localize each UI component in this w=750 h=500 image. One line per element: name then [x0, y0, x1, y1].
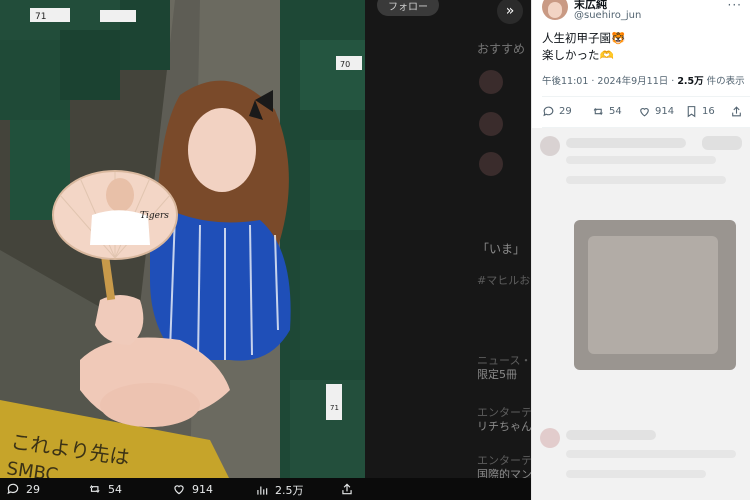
reply-placeholder — [566, 430, 656, 440]
views-chart-icon — [257, 486, 268, 495]
reply-placeholder — [566, 176, 726, 184]
reply-placeholder — [566, 156, 716, 164]
media-reply-button[interactable]: 29 — [6, 482, 40, 496]
reply-icon — [7, 483, 19, 495]
svg-text:Tigers: Tigers — [140, 211, 169, 221]
suggested-avatar — [479, 70, 503, 94]
follow-button[interactable]: フォロー — [377, 0, 439, 16]
reply-icon — [543, 106, 554, 117]
trend-item[interactable]: #マヒルお — [477, 272, 530, 288]
tweet-photo[interactable]: 71 70 71 これより先は SMBC Tigers — [0, 0, 365, 480]
tweet-detail-panel: 末広純 @suehiro_jun ··· 人生初甲子園🐯 楽しかった🫶 午後11… — [531, 0, 750, 500]
reply-image-placeholder — [588, 236, 718, 354]
trending-heading: 「いま」 — [477, 242, 526, 256]
svg-text:70: 70 — [340, 60, 350, 69]
like-button[interactable]: 914 — [638, 105, 674, 118]
trend-item[interactable]: リチちゃん — [477, 418, 531, 434]
media-views-button[interactable]: 2.5万 — [255, 482, 304, 498]
author-avatar[interactable] — [542, 0, 568, 20]
tweet-actions: 29 54 914 16 — [542, 105, 742, 123]
reply-avatar — [540, 136, 560, 156]
trend-item[interactable]: 限定5冊 — [477, 366, 517, 382]
media-retweet-button[interactable]: 54 — [88, 482, 122, 496]
media-like-count: 914 — [192, 482, 213, 496]
right-seats — [280, 0, 365, 480]
reply-placeholder — [566, 470, 706, 478]
like-count: 914 — [655, 106, 675, 117]
share-button[interactable] — [730, 105, 743, 118]
media-reply-count: 29 — [26, 482, 40, 496]
media-like-button[interactable]: 914 — [172, 482, 213, 496]
reply-count: 29 — [559, 106, 572, 117]
svg-text:71: 71 — [35, 12, 46, 22]
reply-button[interactable]: 29 — [542, 105, 572, 118]
tweet-views-suffix: 件の表示 — [703, 76, 745, 87]
reply-placeholder — [702, 136, 742, 150]
tweet-meta: 午後11:01 · 2024年9月11日 · 2.5万 件の表示 — [542, 73, 745, 87]
tweet-views-count: 2.5万 — [677, 76, 704, 87]
heart-icon — [174, 485, 184, 495]
retweet-count: 54 — [609, 106, 622, 117]
retweet-icon — [89, 485, 100, 493]
bookmark-button[interactable]: 16 — [685, 105, 715, 118]
retweet-button[interactable]: 54 — [592, 105, 622, 118]
more-options-icon[interactable]: ··· — [728, 0, 742, 12]
retweet-icon — [593, 107, 603, 116]
suggested-avatar — [479, 152, 503, 176]
background-feed: フォロー » おすすめ 「いま」 #マヒルお ニュース・ト 限定5冊 エンターテ… — [365, 0, 531, 480]
media-viewer: 71 70 71 これより先は SMBC Tigers フォロー » おすすめ … — [0, 0, 531, 500]
share-icon — [732, 106, 741, 117]
author-handle[interactable]: @suehiro_jun — [574, 10, 641, 21]
photo-illustration: 71 70 71 これより先は SMBC Tigers — [0, 0, 365, 480]
bookmark-icon — [687, 106, 696, 118]
svg-text:71: 71 — [330, 404, 339, 412]
tweet-timestamp[interactable]: 午後11:01 · 2024年9月11日 · — [542, 76, 677, 87]
reply-placeholder — [566, 138, 686, 148]
app-root: 71 70 71 これより先は SMBC Tigers フォロー » おすすめ … — [0, 0, 750, 500]
share-icon — [342, 483, 352, 495]
reply-placeholder — [566, 450, 736, 458]
replies-blurred — [532, 128, 750, 500]
heart-icon — [640, 108, 649, 117]
media-retweet-count: 54 — [108, 482, 122, 496]
next-image-icon[interactable]: » — [497, 0, 523, 24]
recommended-heading: おすすめ — [477, 42, 526, 56]
suggested-avatar — [479, 112, 503, 136]
reply-avatar — [540, 428, 560, 448]
bookmark-count: 16 — [702, 106, 715, 117]
media-views-count: 2.5万 — [275, 484, 304, 497]
divider — [542, 96, 750, 97]
media-action-bar: 29 54 914 2.5万 — [0, 478, 531, 500]
media-share-button[interactable] — [340, 482, 354, 496]
tweet-text: 人生初甲子園🐯 楽しかった🫶 — [542, 31, 626, 62]
